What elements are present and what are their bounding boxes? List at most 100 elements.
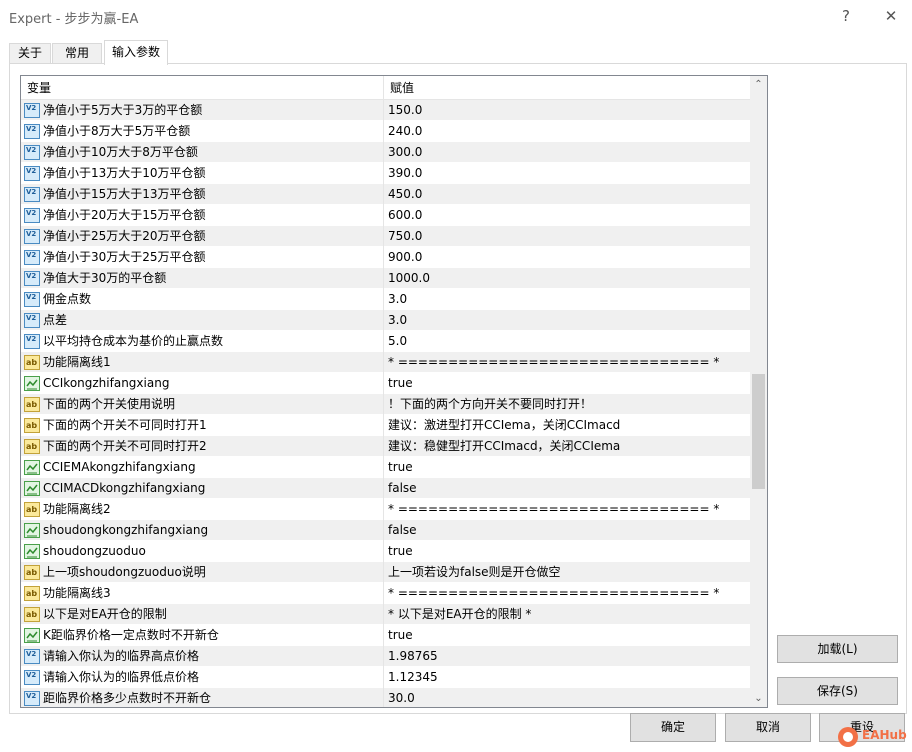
header-value[interactable]: 赋值: [384, 76, 750, 100]
double-value-icon: V2: [24, 313, 40, 328]
table-row[interactable]: V2 净值小于30万大于25万平仓额 900.0: [21, 247, 750, 268]
table-row[interactable]: V2 净值小于5万大于3万的平仓额 150.0: [21, 100, 750, 121]
tab-about[interactable]: 关于: [9, 43, 51, 64]
value-cell[interactable]: 1.12345: [384, 667, 750, 688]
table-row[interactable]: CCIMACDkongzhifangxiang false: [21, 478, 750, 499]
table-row[interactable]: V2 净值小于15万大于13万平仓额 450.0: [21, 184, 750, 205]
double-value-icon: V2: [24, 187, 40, 202]
value-cell[interactable]: 5.0: [384, 331, 750, 352]
table-row[interactable]: V2 请输入你认为的临界高点价格 1.98765: [21, 646, 750, 667]
value-cell[interactable]: false: [384, 478, 750, 499]
variable-cell: V2 净值小于10万大于8万平仓额: [21, 142, 384, 163]
table-row[interactable]: V2 请输入你认为的临界低点价格 1.12345: [21, 667, 750, 688]
table-row[interactable]: shoudongzuoduo true: [21, 541, 750, 562]
value-cell[interactable]: 30.0: [384, 688, 750, 707]
value-cell[interactable]: 450.0: [384, 184, 750, 205]
value-cell[interactable]: 750.0: [384, 226, 750, 247]
variable-name: 下面的两个开关不可同时打开1: [43, 418, 207, 432]
value-cell[interactable]: * =============================== *: [384, 352, 750, 373]
variable-cell: shoudongkongzhifangxiang: [21, 520, 384, 541]
value-cell[interactable]: 建议：激进型打开CCIema，关闭CCImacd: [384, 415, 750, 436]
variable-cell: V2 净值小于8万大于5万平仓额: [21, 121, 384, 142]
value-cell[interactable]: ！下面的两个方向开关不要同时打开！: [384, 394, 750, 415]
cancel-button[interactable]: 取消: [725, 713, 811, 742]
value-cell[interactable]: true: [384, 541, 750, 562]
double-value-icon: V2: [24, 166, 40, 181]
value-cell[interactable]: 1000.0: [384, 268, 750, 289]
variable-cell: CCIMACDkongzhifangxiang: [21, 478, 384, 499]
table-row[interactable]: V2 净值小于13万大于10万平仓额 390.0: [21, 163, 750, 184]
value-cell[interactable]: 3.0: [384, 289, 750, 310]
variable-cell: CCIkongzhifangxiang: [21, 373, 384, 394]
table-row[interactable]: ab 功能隔离线2 * ==============================…: [21, 499, 750, 520]
save-button[interactable]: 保存(S): [777, 677, 898, 705]
string-value-icon: ab: [24, 418, 40, 433]
scroll-up-icon[interactable]: ⌃: [750, 76, 767, 93]
string-value-icon: ab: [24, 565, 40, 580]
table-row[interactable]: ab 上一项shoudongzuoduo说明 上一项若设为false则是开仓做空: [21, 562, 750, 583]
table-row[interactable]: shoudongkongzhifangxiang false: [21, 520, 750, 541]
table-row[interactable]: V2 净值大于30万的平仓额 1000.0: [21, 268, 750, 289]
double-value-icon: V2: [24, 691, 40, 706]
variable-cell: V2 请输入你认为的临界低点价格: [21, 667, 384, 688]
value-cell[interactable]: 900.0: [384, 247, 750, 268]
variable-cell: V2 净值小于25万大于20万平仓额: [21, 226, 384, 247]
value-cell[interactable]: true: [384, 457, 750, 478]
scroll-down-icon[interactable]: ⌄: [750, 690, 767, 707]
double-value-icon: V2: [24, 670, 40, 685]
value-cell[interactable]: * 以下是对EA开仓的限制 *: [384, 604, 750, 625]
parameters-grid[interactable]: 变量 赋值 V2 净值小于5万大于3万的平仓额 150.0 V2 净值小于8万大于5万平…: [20, 75, 768, 708]
double-value-icon: V2: [24, 124, 40, 139]
table-row[interactable]: CCIkongzhifangxiang true: [21, 373, 750, 394]
vertical-scrollbar[interactable]: ⌃ ⌄: [750, 76, 767, 707]
value-cell[interactable]: 240.0: [384, 121, 750, 142]
value-cell[interactable]: true: [384, 625, 750, 646]
variable-cell: V2 点差: [21, 310, 384, 331]
window-title: Expert - 步步为赢-EA: [9, 12, 139, 27]
scrollbar-thumb[interactable]: [752, 374, 765, 489]
variable-name: 净值小于20万大于15万平仓额: [43, 208, 206, 222]
table-row[interactable]: ab 下面的两个开关不可同时打开2 建议：稳健型打开CCImacd，关闭CCIema: [21, 436, 750, 457]
variable-name: K距临界价格一定点数时不开新仓: [43, 628, 219, 642]
variable-name: 净值小于25万大于20万平仓额: [43, 229, 206, 243]
table-row[interactable]: ab 功能隔离线1 * ==============================…: [21, 352, 750, 373]
value-cell[interactable]: 300.0: [384, 142, 750, 163]
tab-inputs[interactable]: 输入参数: [104, 40, 168, 65]
variable-name: 请输入你认为的临界低点价格: [43, 670, 200, 684]
table-row[interactable]: V2 佣金点数 3.0: [21, 289, 750, 310]
header-variable[interactable]: 变量: [21, 76, 384, 100]
value-cell[interactable]: 1.98765: [384, 646, 750, 667]
value-cell[interactable]: 150.0: [384, 100, 750, 121]
table-row[interactable]: ab 下面的两个开关不可同时打开1 建议：激进型打开CCIema，关闭CCImacd: [21, 415, 750, 436]
table-row[interactable]: V2 距临界价格多少点数时不开新仓 30.0: [21, 688, 750, 707]
value-cell[interactable]: 600.0: [384, 205, 750, 226]
value-cell[interactable]: false: [384, 520, 750, 541]
variable-name: 功能隔离线1: [43, 355, 111, 369]
table-row[interactable]: V2 点差 3.0: [21, 310, 750, 331]
value-cell[interactable]: 3.0: [384, 310, 750, 331]
help-button[interactable]: ?: [831, 4, 861, 28]
value-cell[interactable]: true: [384, 373, 750, 394]
string-value-icon: ab: [24, 397, 40, 412]
close-button[interactable]: ✕: [876, 4, 906, 28]
value-cell[interactable]: * =============================== *: [384, 499, 750, 520]
table-row[interactable]: ab 功能隔离线3 * ==============================…: [21, 583, 750, 604]
value-cell[interactable]: * =============================== *: [384, 583, 750, 604]
load-button[interactable]: 加载(L): [777, 635, 898, 663]
variable-name: 点差: [43, 313, 68, 327]
table-row[interactable]: K距临界价格一定点数时不开新仓 true: [21, 625, 750, 646]
double-value-icon: V2: [24, 334, 40, 349]
table-row[interactable]: V2 净值小于8万大于5万平仓额 240.0: [21, 121, 750, 142]
table-row[interactable]: V2 净值小于25万大于20万平仓额 750.0: [21, 226, 750, 247]
table-row[interactable]: V2 以平均持仓成本为基价的止赢点数 5.0: [21, 331, 750, 352]
table-row[interactable]: V2 净值小于10万大于8万平仓额 300.0: [21, 142, 750, 163]
value-cell[interactable]: 上一项若设为false则是开仓做空: [384, 562, 750, 583]
table-row[interactable]: V2 净值小于20万大于15万平仓额 600.0: [21, 205, 750, 226]
table-row[interactable]: ab 下面的两个开关使用说明 ！下面的两个方向开关不要同时打开！: [21, 394, 750, 415]
table-row[interactable]: CCIEMAkongzhifangxiang true: [21, 457, 750, 478]
tab-common[interactable]: 常用: [52, 43, 102, 64]
value-cell[interactable]: 390.0: [384, 163, 750, 184]
ok-button[interactable]: 确定: [630, 713, 716, 742]
value-cell[interactable]: 建议：稳健型打开CCImacd，关闭CCIema: [384, 436, 750, 457]
table-row[interactable]: ab 以下是对EA开仓的限制 * 以下是对EA开仓的限制 *: [21, 604, 750, 625]
